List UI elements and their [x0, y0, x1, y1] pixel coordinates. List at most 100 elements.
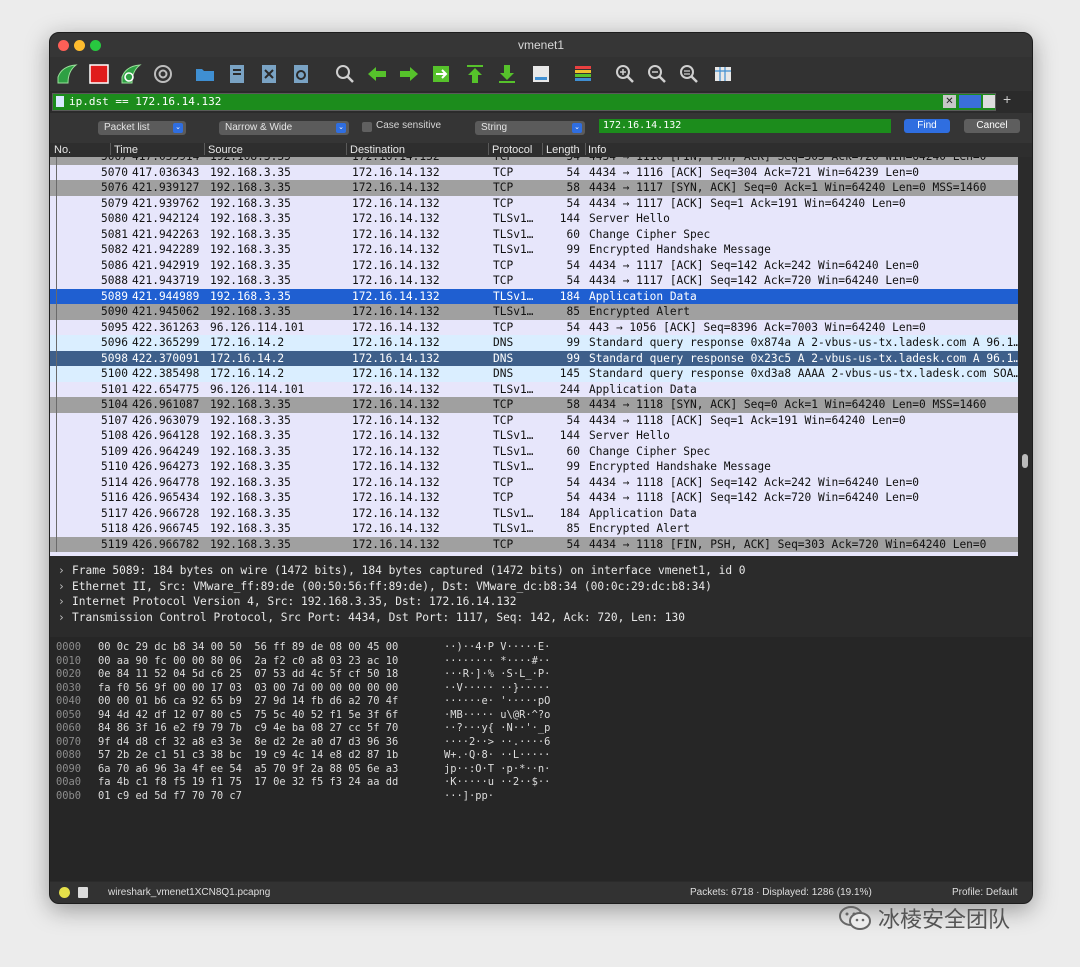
column-no[interactable]: No. [54, 143, 71, 157]
reload-icon[interactable] [288, 61, 314, 87]
bookmark-icon[interactable] [56, 96, 64, 107]
packet-row[interactable]: 5079 421.939762 192.168.3.35 172.16.14.132 T… [50, 195, 1018, 211]
packet-row[interactable]: 5116 426.965434 192.168.3.35 172.16.14.132 T… [50, 490, 1018, 506]
zoom-out-icon[interactable] [644, 61, 670, 87]
scrollbar-thumb[interactable] [1022, 454, 1028, 468]
cell-time: 417.036343 [132, 165, 200, 179]
search-type-select[interactable]: String ⌄ [475, 121, 585, 135]
packet-row[interactable]: 5114 426.964778 192.168.3.35 172.16.14.132 T… [50, 474, 1018, 490]
hex-hex: 00 aa 90 fc 00 00 80 06 2a f2 c0 a8 03 2… [98, 654, 399, 667]
packet-row[interactable]: 5086 421.942919 192.168.3.35 172.16.14.132 T… [50, 257, 1018, 273]
column-time[interactable]: Time [114, 143, 138, 157]
first-packet-icon[interactable] [462, 61, 488, 87]
cell-no: 5117 [101, 506, 128, 520]
arrow-forward-icon[interactable] [396, 61, 422, 87]
detail-tree-item[interactable]: › Frame 5089: 184 bytes on wire (1472 bit… [58, 563, 746, 579]
packet-list[interactable]: 5067417.035914192.168.3.35172.16.14.132T… [50, 157, 1018, 556]
cell-src: 192.168.3.35 [210, 181, 291, 194]
expand-chevron-icon[interactable]: › [58, 610, 72, 626]
packet-row[interactable]: 5109 426.964249 192.168.3.35 172.16.14.132 T… [50, 443, 1018, 459]
cell-len: 54 [566, 491, 580, 504]
packet-row[interactable]: 5080 421.942124 192.168.3.35 172.16.14.132 T… [50, 211, 1018, 227]
resize-columns-icon[interactable] [710, 61, 736, 87]
cell-dst: 172.16.14.132 [352, 491, 440, 504]
packet-row[interactable]: 5117 426.966728 192.168.3.35 172.16.14.132 T… [50, 505, 1018, 521]
packet-row[interactable]: 5090 421.945062 192.168.3.35 172.16.14.132 T… [50, 304, 1018, 320]
expert-info-icon[interactable] [59, 887, 70, 898]
packet-list-scrollbar[interactable] [1018, 157, 1032, 556]
add-filter-button[interactable]: + [1003, 91, 1011, 107]
hex-asc: ·K·····u ··2··$·· [444, 776, 551, 788]
zoom-reset-icon[interactable] [676, 61, 702, 87]
cell-len: 60 [566, 444, 580, 458]
case-sensitive-checkbox[interactable] [362, 122, 372, 132]
hex-hex: fa 4b c1 f8 f5 19 f1 75 17 0e 32 f5 f3 2… [98, 776, 399, 788]
file-save-icon[interactable] [224, 61, 250, 87]
autoscroll-icon[interactable] [528, 61, 554, 87]
zoom-in-icon[interactable] [612, 61, 638, 87]
filter-history-dropdown[interactable] [983, 95, 995, 108]
shark-fin-start-icon[interactable] [54, 61, 80, 87]
expand-chevron-icon[interactable]: › [58, 594, 72, 610]
packet-row[interactable]: 5070 417.036343 192.168.3.35 172.16.14.132 T… [50, 164, 1018, 180]
packet-row[interactable]: 5082 421.942289 192.168.3.35 172.16.14.132 T… [50, 242, 1018, 258]
packet-row[interactable]: 5098 422.370091 172.16.14.2 172.16.14.132 DN… [50, 350, 1018, 366]
cancel-button[interactable]: Cancel [964, 119, 1020, 133]
shark-fin-restart-icon[interactable] [118, 61, 144, 87]
char-width-select[interactable]: Narrow & Wide ⌄ [219, 121, 349, 135]
packet-row[interactable]: 5100 422.385498 172.16.14.2 172.16.14.132 DN… [50, 366, 1018, 382]
packet-bytes-pane[interactable]: 0000 00 0c 29 dc b8 34 00 50 56 ff 89 de … [50, 637, 1032, 881]
minimize-window-button[interactable] [74, 40, 85, 51]
packet-row[interactable]: 5095 422.361263 96.126.114.101 172.16.14.13… [50, 319, 1018, 335]
column-source[interactable]: Source [208, 143, 243, 157]
column-protocol[interactable]: Protocol [492, 143, 532, 157]
packet-row[interactable]: 5088 421.943719 192.168.3.35 172.16.14.132 T… [50, 273, 1018, 289]
file-close-icon[interactable] [256, 61, 282, 87]
stop-square-icon[interactable] [86, 61, 112, 87]
packet-row[interactable]: 5076 421.939127 192.168.3.35 172.16.14.132 T… [50, 180, 1018, 196]
packet-row[interactable]: 5107 426.963079 192.168.3.35 172.16.14.132 T… [50, 412, 1018, 428]
cell-dst: 172.16.14.132 [352, 305, 440, 318]
expand-chevron-icon[interactable]: › [58, 563, 72, 579]
column-destination[interactable]: Destination [350, 143, 405, 157]
packet-row[interactable]: 5104 426.961087 192.168.3.35 172.16.14.132 T… [50, 397, 1018, 413]
column-length[interactable]: Length [546, 143, 584, 157]
packet-row[interactable]: 5089 421.944989 192.168.3.35 172.16.14.132 T… [50, 288, 1018, 304]
packet-row[interactable]: 5067417.035914192.168.3.35172.16.14.132T… [50, 157, 1018, 165]
display-filter-input[interactable]: ip.dst == 172.16.14.132 [69, 94, 221, 110]
packet-details-tree[interactable]: › Frame 5089: 184 bytes on wire (1472 bit… [50, 561, 1032, 633]
expand-chevron-icon[interactable]: › [58, 579, 72, 595]
hex-asc: ····2··> ··.····6 [444, 735, 551, 748]
detail-tree-item[interactable]: › Ethernet II, Src: VMware_ff:89:de (00:5… [58, 579, 712, 595]
packet-row[interactable]: 5119 426.966782 192.168.3.35 172.16.14.132 T… [50, 536, 1018, 552]
cell-len: 54 [566, 274, 580, 287]
last-packet-icon[interactable] [494, 61, 520, 87]
detail-tree-item[interactable]: › Transmission Control Protocol, Src Port… [58, 610, 685, 626]
search-icon[interactable] [332, 61, 358, 87]
hex-off: 00b0 [56, 789, 82, 802]
search-in-select[interactable]: Packet list ⌄ [98, 121, 186, 135]
profile-label[interactable]: Profile: Default [952, 882, 1018, 903]
packet-row[interactable]: 5096 422.365299 172.16.14.2 172.16.14.132 DN… [50, 335, 1018, 351]
column-info[interactable]: Info [588, 143, 606, 157]
find-button[interactable]: Find [904, 119, 950, 133]
go-to-packet-icon[interactable] [428, 61, 454, 87]
folder-open-icon[interactable] [192, 61, 218, 87]
hex-hex: 9f d4 d8 cf 32 a8 e3 3e 8e d2 2e a0 d7 d… [98, 735, 399, 748]
find-input[interactable]: 172.16.14.132 [599, 119, 891, 133]
cell-time: 421.942124 [132, 212, 200, 225]
capture-comment-icon[interactable] [78, 887, 88, 898]
detail-tree-item[interactable]: › Internet Protocol Version 4, Src: 192.1… [58, 594, 517, 610]
apply-filter-arrow-icon[interactable] [959, 95, 981, 108]
packet-row[interactable]: 5118 426.966745 192.168.3.35 172.16.14.132 T… [50, 521, 1018, 537]
close-window-button[interactable] [58, 40, 69, 51]
arrow-back-icon[interactable] [364, 61, 390, 87]
gear-options-icon[interactable] [150, 61, 176, 87]
clear-filter-button[interactable]: ✕ [943, 95, 956, 108]
colorize-icon[interactable] [570, 61, 596, 87]
packet-row[interactable]: 5110 426.964273 192.168.3.35 172.16.14.132 T… [50, 459, 1018, 475]
packet-row[interactable]: 5081 421.942263 192.168.3.35 172.16.14.132 T… [50, 226, 1018, 242]
packet-row[interactable]: 5108 426.964128 192.168.3.35 172.16.14.132 T… [50, 428, 1018, 444]
packet-row[interactable]: 5101 422.654775 96.126.114.101 172.16.14.13… [50, 381, 1018, 397]
zoom-window-button[interactable] [90, 40, 101, 51]
